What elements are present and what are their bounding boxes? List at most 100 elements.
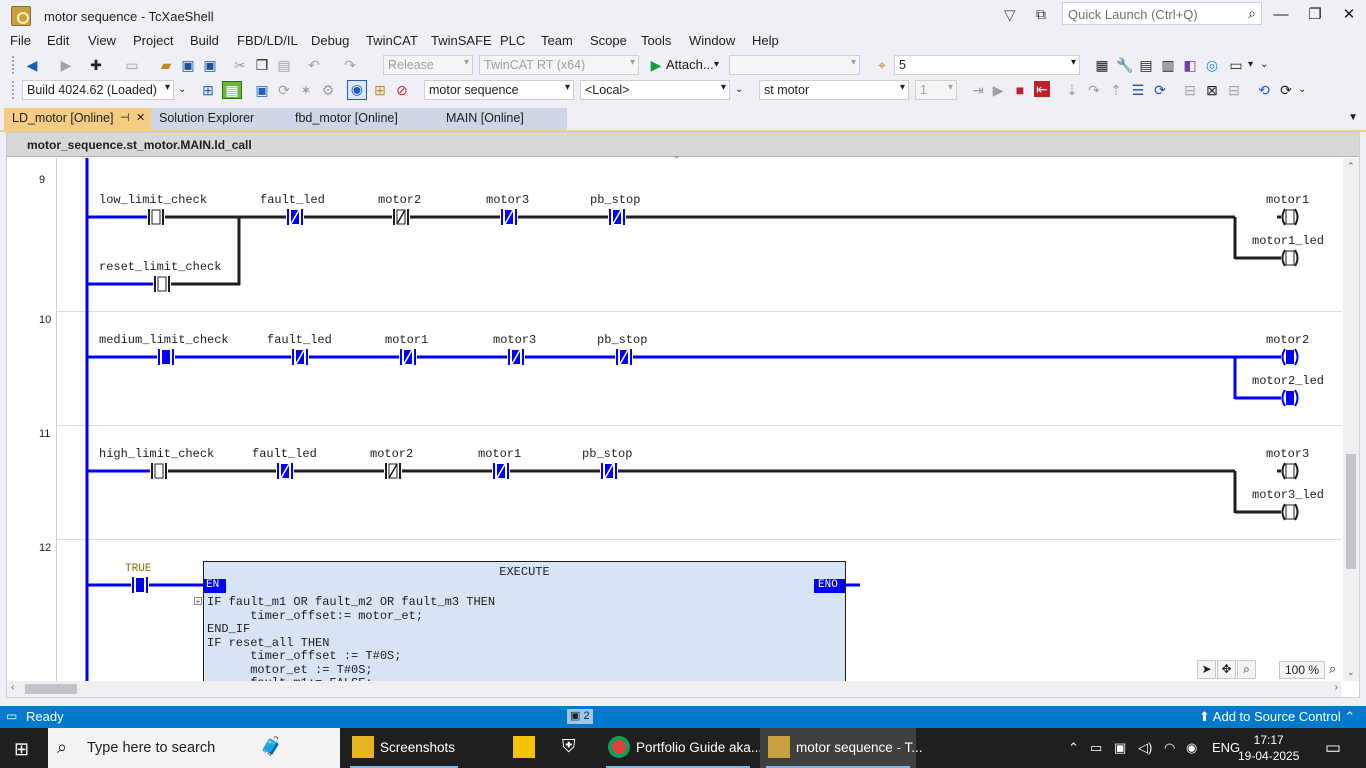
close-button[interactable]: ✕: [1332, 4, 1366, 26]
menu-fbd-ld-il[interactable]: FBD/LD/IL: [237, 33, 298, 48]
zoom-level[interactable]: 100 %: [1279, 661, 1325, 679]
add-to-source-control[interactable]: ⬆ Add to Source Control ⌃: [1199, 709, 1355, 725]
toolbar-grip[interactable]: [12, 81, 16, 99]
task-select[interactable]: 1 ▾: [915, 80, 957, 100]
zoom-icon[interactable]: ⌕: [1329, 661, 1336, 677]
execute-block[interactable]: EXECUTE EN ENO + IF fault_m1 OR fault_m2…: [194, 561, 846, 681]
menu-view[interactable]: View: [88, 33, 116, 48]
taskbar-app-security[interactable]: ⛨: [552, 728, 592, 768]
scroll-thumb[interactable]: [1346, 454, 1356, 569]
ladder-canvas[interactable]: 9 10 11 12 low_limit_check fault_led mot…: [7, 158, 1342, 681]
coil[interactable]: [1281, 249, 1299, 267]
open-folder-icon[interactable]: ▰: [158, 57, 174, 73]
coil[interactable]: [1277, 462, 1299, 480]
globe-icon[interactable]: ◎: [1204, 57, 1220, 73]
show-online-icon[interactable]: ⊘: [394, 82, 410, 98]
zoom-magnifier-icon[interactable]: ⌕: [1237, 660, 1256, 679]
windows-start-icon[interactable]: ⊞: [14, 739, 29, 760]
menu-tools[interactable]: Tools: [641, 33, 671, 48]
paste-icon[interactable]: ▤: [276, 57, 292, 73]
menu-edit[interactable]: Edit: [47, 33, 69, 48]
cut-icon[interactable]: ✂: [232, 57, 248, 73]
volume-icon[interactable]: ◁): [1138, 740, 1152, 756]
no-contact[interactable]: [147, 209, 165, 225]
toolbar-overflow-icon[interactable]: ⌄: [1260, 59, 1268, 70]
step-out-icon[interactable]: ⇡: [1108, 82, 1124, 98]
scroll-thumb[interactable]: [25, 684, 77, 694]
step-into-icon[interactable]: ⇣: [1064, 82, 1080, 98]
system-clock[interactable]: 17:17 19-04-2025: [1238, 732, 1299, 764]
undo-icon[interactable]: ↶: [306, 57, 322, 73]
menu-scope[interactable]: Scope: [590, 33, 627, 48]
camera-icon[interactable]: ▣: [1114, 740, 1126, 756]
solution-icon[interactable]: ▦: [1094, 57, 1110, 73]
no-contact[interactable]: [131, 577, 149, 593]
pin-icon[interactable]: ⊣: [120, 111, 130, 124]
horizontal-scrollbar[interactable]: ‹ ›: [7, 681, 1342, 697]
menu-team[interactable]: Team: [541, 33, 573, 48]
new-project-icon[interactable]: ✚: [88, 57, 104, 73]
menu-twinsafe[interactable]: TwinSAFE: [431, 33, 492, 48]
tab-ld-motor[interactable]: LD_motor [Online] ⊣ ✕: [4, 108, 151, 130]
nc-contact[interactable]: [291, 349, 309, 365]
scroll-left-icon[interactable]: ‹: [11, 682, 14, 693]
close-icon[interactable]: ✕: [136, 111, 145, 124]
taskbar-app-screenshots[interactable]: Screenshots: [344, 728, 464, 768]
devices-icon[interactable]: ⊞: [372, 82, 388, 98]
taskbar-search[interactable]: ⌕ Type here to search 🧳: [48, 728, 340, 768]
logout-icon[interactable]: ⇤: [1034, 81, 1050, 97]
find-combo[interactable]: 5 ▾: [894, 55, 1080, 75]
refresh-icon[interactable]: ⟲: [1256, 82, 1272, 98]
minimize-button[interactable]: —: [1264, 4, 1298, 26]
nc-contact[interactable]: [600, 463, 618, 479]
coil[interactable]: [1281, 503, 1299, 521]
expand-icon[interactable]: +: [194, 597, 202, 606]
add-item-icon[interactable]: ▭: [124, 57, 140, 73]
settings-icon[interactable]: ⚙: [320, 82, 336, 98]
feedback-icon[interactable]: ⧉: [1036, 6, 1046, 23]
nc-contact[interactable]: [492, 463, 510, 479]
menu-debug[interactable]: Debug: [311, 33, 349, 48]
toolbar-overflow-icon[interactable]: ⌄: [735, 84, 743, 95]
coil[interactable]: [1277, 208, 1299, 226]
search-icon[interactable]: ⌕: [1248, 5, 1256, 22]
target-select[interactable]: <Local> ▾: [580, 80, 730, 100]
find-icon[interactable]: ⌖: [874, 57, 890, 73]
vs-icon[interactable]: ◧: [1182, 57, 1198, 73]
tab-main[interactable]: MAIN [Online]: [431, 108, 567, 130]
unforce-icon[interactable]: ⊟: [1226, 82, 1242, 98]
maximize-button[interactable]: ❐: [1298, 4, 1332, 26]
save-icon[interactable]: ▣: [180, 57, 196, 73]
platform-select[interactable]: TwinCAT RT (x64) ▾: [479, 55, 639, 75]
network-icon[interactable]: ▭: [1090, 740, 1102, 756]
notification-icon[interactable]: ▭: [1325, 738, 1341, 758]
taskbar-app-chrome[interactable]: Portfolio Guide aka...: [600, 728, 762, 768]
save-all-icon[interactable]: ▣: [202, 57, 218, 73]
terminal-icon[interactable]: ▭: [1228, 57, 1244, 73]
pointer-icon[interactable]: ➤: [1197, 660, 1216, 679]
tray-overflow-icon[interactable]: ⌃: [1068, 740, 1079, 756]
start-icon[interactable]: ▶: [990, 82, 1006, 98]
nc-contact[interactable]: [399, 349, 417, 365]
forward-icon[interactable]: ▶: [58, 57, 74, 73]
attach-target-select[interactable]: ▾: [729, 55, 860, 75]
login-icon[interactable]: ⇥: [970, 82, 986, 98]
wifi-icon[interactable]: ◠: [1164, 740, 1175, 756]
reload-icon[interactable]: ⟳: [276, 82, 292, 98]
chevron-down-icon[interactable]: ▾: [714, 59, 719, 70]
pan-icon[interactable]: ✥: [1217, 660, 1236, 679]
toolbar-overflow-icon[interactable]: ⌄: [178, 84, 186, 95]
write-values-icon[interactable]: ⊟: [1182, 82, 1198, 98]
st-code[interactable]: IF fault_m1 OR fault_m2 OR fault_m3 THEN…: [207, 595, 495, 681]
coil[interactable]: [1281, 389, 1299, 407]
scan-icon[interactable]: ◉: [347, 80, 367, 100]
wrench-icon[interactable]: 🔧: [1116, 57, 1133, 73]
scroll-right-icon[interactable]: ›: [1335, 682, 1338, 693]
hierarchy-icon[interactable]: ⊞: [200, 82, 216, 98]
no-contact[interactable]: [150, 463, 168, 479]
nc-contact[interactable]: [276, 463, 294, 479]
menu-build[interactable]: Build: [190, 33, 219, 48]
step-over-icon[interactable]: ↷: [1086, 82, 1102, 98]
no-contact[interactable]: [157, 349, 175, 365]
coil[interactable]: [1281, 348, 1299, 366]
